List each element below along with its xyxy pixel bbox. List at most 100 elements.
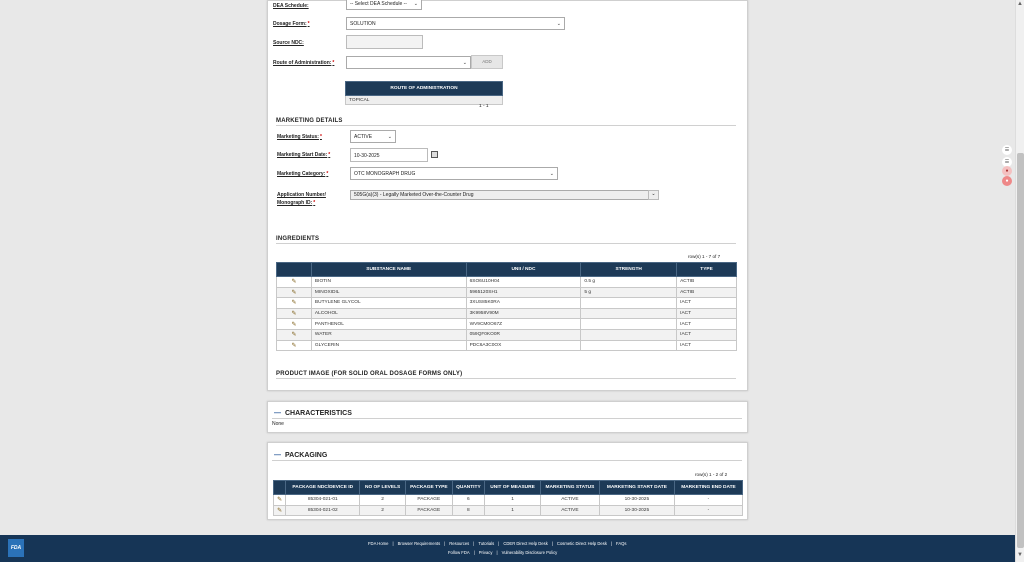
footer-link[interactable]: Follow FDA [448,550,470,555]
substance-name-cell: BUTYLENE GLYCOL [310,297,467,309]
link-separator: | [392,541,394,546]
footer-link[interactable]: FAQs [616,541,626,546]
pencil-icon[interactable]: ✎ [276,276,312,288]
strength-cell [580,318,678,330]
unit-cell: 1 [484,494,541,506]
footer-links-row1: FDA Home | Browser Requirements | Resources |… [368,541,627,546]
marketing-category-label: Marketing Category:* [277,171,329,177]
start-date-cell: 10-30-2025 [598,494,675,506]
type-column-header: TYPE [676,262,737,277]
unii-cell: 5965120SH1 [465,286,582,299]
substance-name-cell: MINOXIDIL [310,286,467,299]
strength-cell: 5 g [580,286,678,299]
extension-icon[interactable]: ● [1002,166,1012,176]
route-select[interactable]: ⌄ [346,56,471,69]
application-number-select[interactable]: 505G(a)(3) - Legally Marketed Over-the-C… [350,190,659,200]
levels-cell: 2 [359,494,406,506]
start-date-column-header: MARKETING START DATE [598,480,675,495]
site-footer [0,535,1015,562]
fda-logo[interactable]: FDA [8,539,24,557]
link-separator: | [473,550,475,555]
dea-schedule-select[interactable]: -- Select DEA Schedule -- ⌄ [346,0,422,10]
substance-name-cell: GLYCERIN [310,339,467,352]
packaging-heading[interactable]: — PACKAGING [274,452,327,459]
dosage-form-select[interactable]: SOLUTION ⌄ [346,17,565,30]
pencil-icon[interactable]: ✎ [276,307,312,320]
link-separator: | [473,541,475,546]
pencil-icon[interactable]: ✎ [276,286,312,299]
type-cell: IACT [676,297,737,309]
divider [272,460,742,461]
divider [276,378,736,379]
marketing-start-date-input[interactable]: 10-30-2025 [350,148,428,162]
pencil-icon[interactable]: ✎ [276,328,312,341]
dea-schedule-label: DEA Schedule: [273,3,309,9]
packaging-rows: ✎ 85304-021-01 2 PACKAGE 6 1 ACTIVE 10-30-2025-… [272,494,744,517]
footer-link[interactable]: FDA Home [368,541,388,546]
table-row: ✎ 85304-021-02 2 PACKAGE 8 1 ACTIVE 10-30-2025- [272,504,744,517]
minus-icon[interactable]: — [274,410,281,417]
strength-cell: 0.5 g [580,276,678,288]
packaging-pager: row(s) 1 - 2 of 2 [695,472,728,477]
type-cell: IACT [676,307,737,320]
type-cell: IACT [676,328,737,341]
footer-link[interactable]: CDER Direct Help Desk [503,541,547,546]
pencil-icon[interactable]: ✎ [272,504,287,517]
table-row: ✎ BIOTIN 6SO6U10H04 0.5 g ACTIB [276,276,737,288]
package-type-cell: PACKAGE [404,504,453,517]
footer-link[interactable]: Resources [449,541,469,546]
assistant-icon[interactable]: ● [1002,176,1012,186]
characteristics-value: None [272,421,284,427]
pencil-icon[interactable]: ✎ [272,494,287,506]
footer-link[interactable]: Browser Requirements [398,541,441,546]
substance-name-cell: BIOTIN [310,276,467,288]
pencil-icon[interactable]: ✎ [276,339,312,352]
ingredients-rows: ✎ BIOTIN 6SO6U10H04 0.5 g ACTIB ✎ MINOXIDIL 596… [276,276,737,352]
start-date-cell: 10-30-2025 [598,504,675,517]
characteristics-heading[interactable]: — CHARACTERISTICS [274,410,352,417]
unit-column-header: UNIT OF MEASURE [484,480,541,495]
levels-cell: 2 [359,504,406,517]
monograph-id-label: Monograph ID:* [277,200,316,206]
link-separator: | [551,541,553,546]
unii-cell: 059QF0KO0R [465,328,582,341]
footer-link[interactable]: Vulnerability Disclosure Policy [502,550,558,555]
end-date-cell: - [673,494,744,506]
footer-link[interactable]: Privacy [479,550,493,555]
footer-link[interactable]: Tutorials [478,541,494,546]
scroll-down-icon[interactable]: ▼ [1017,552,1023,558]
substance-name-cell: PANTHENOL [310,318,467,330]
source-ndc-label: Source NDC: [273,40,304,46]
strength-cell [580,339,678,352]
marketing-category-select[interactable]: OTC MONOGRAPH DRUG ⌄ [350,167,558,180]
table-row: ✎ MINOXIDIL 5965120SH1 5 g ACTIB [276,286,737,299]
chevron-down-icon: ⌄ [462,60,467,66]
package-type-column-header: PACKAGE TYPE [404,480,453,495]
route-pager: 1 - 1 [479,104,489,109]
translate-icon[interactable]: ☰ [1002,145,1012,155]
pencil-icon[interactable]: ✎ [276,297,312,309]
pencil-icon[interactable]: ✎ [276,318,312,330]
quantity-column-header: QUANTITY [451,480,486,495]
page-scrollbar[interactable]: ▲ ▼ [1015,0,1024,562]
scroll-up-icon[interactable]: ▲ [1017,1,1023,7]
source-ndc-input[interactable] [346,35,423,49]
ingredients-pager: row(s) 1 - 7 of 7 [688,254,721,259]
add-route-button[interactable]: ADD [471,55,503,69]
minus-icon[interactable]: — [274,452,281,459]
calendar-icon[interactable] [431,151,438,158]
chevron-down-icon[interactable]: ⌄ [648,190,659,200]
scrollbar-thumb[interactable] [1017,153,1024,548]
type-cell: IACT [676,339,737,352]
packaging-panel: — PACKAGING row(s) 1 - 2 of 2 PACKAGE NDC… [267,442,748,520]
marketing-status-select[interactable]: ACTIVE ⌄ [350,130,396,143]
product-panel: DEA Schedule: -- Select DEA Schedule -- ⌄… [267,0,748,391]
strength-cell [580,328,678,341]
footer-link[interactable]: Cosmetic Direct Help Desk [557,541,607,546]
characteristics-panel: — CHARACTERISTICS None [267,401,748,433]
link-separator: | [498,541,500,546]
link-separator: | [610,541,613,546]
type-cell: ACTIB [676,286,737,299]
table-row: ✎ WATER 059QF0KO0R IACT [276,328,737,341]
package-ndc-cell: 85304-021-02 [285,504,361,517]
